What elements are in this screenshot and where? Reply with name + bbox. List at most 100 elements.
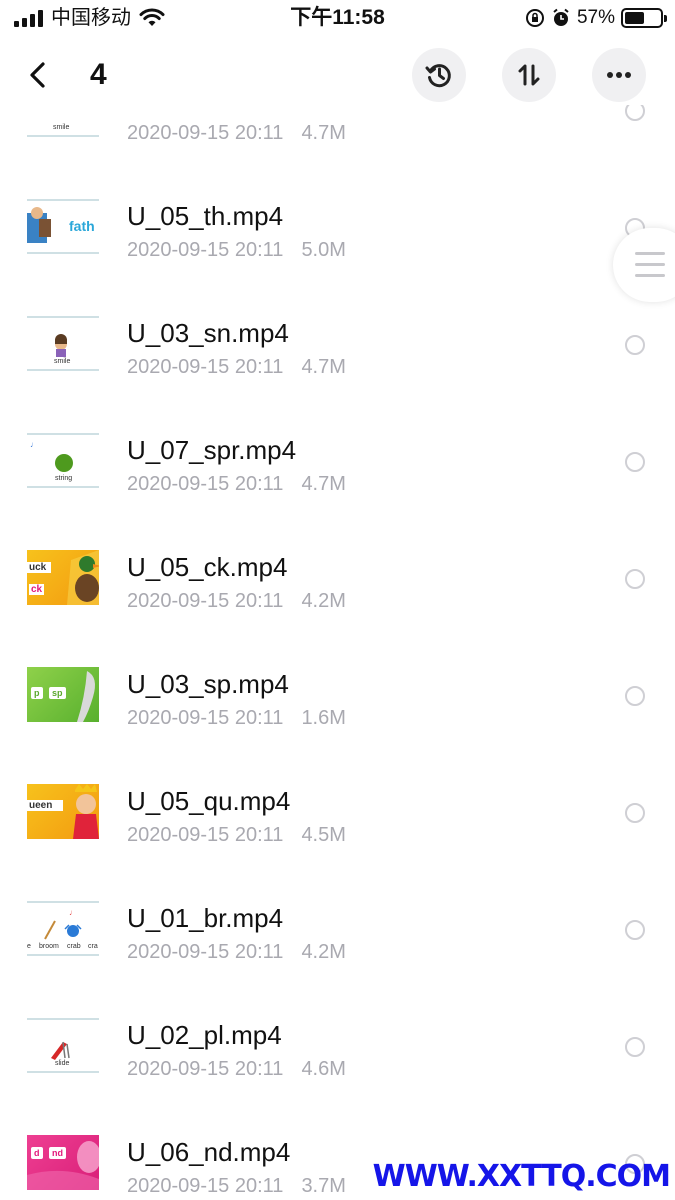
- video-thumbnail: fath: [27, 199, 99, 254]
- file-size: 4.7M: [301, 473, 346, 495]
- video-thumbnail: p sp: [27, 667, 99, 722]
- file-date: 2020-09-15 20:11: [127, 122, 284, 144]
- video-thumbnail: ♩ string: [27, 433, 99, 488]
- file-name: U_05_th.mp4: [127, 201, 284, 231]
- file-name: U_05_ck.mp4: [127, 552, 288, 582]
- file-date: 2020-09-15 20:11: [127, 824, 284, 846]
- thumbnail-caption: string: [55, 475, 73, 482]
- svg-text:♩: ♩: [30, 440, 38, 449]
- select-checkbox[interactable]: [625, 920, 645, 940]
- battery-level: [625, 12, 645, 24]
- file-meta: 2020-09-15 20:11 4.2M: [127, 589, 346, 613]
- select-checkbox[interactable]: [625, 569, 645, 589]
- more-icon: [607, 72, 631, 78]
- file-meta: 2020-09-15 20:11 4.5M: [127, 823, 346, 847]
- thumbnail-caption: e: [27, 943, 31, 950]
- status-right: 57%: [525, 6, 667, 30]
- file-name: U_06_nd.mp4: [127, 1137, 291, 1167]
- thumbnail-caption: fath: [69, 218, 95, 234]
- file-row[interactable]: slide U_02_pl.mp4 2020-09-15 20:11 4.6M: [0, 996, 675, 1113]
- more-button[interactable]: [592, 48, 646, 102]
- select-checkbox[interactable]: [625, 1037, 645, 1057]
- thumbnail-caption: smile: [53, 124, 70, 131]
- file-size: 1.6M: [301, 707, 346, 729]
- thumbnail-caption: ueen: [27, 800, 63, 811]
- thumbnail-caption: d: [31, 1147, 43, 1159]
- select-checkbox[interactable]: [625, 105, 645, 121]
- file-row[interactable]: ♩ e broom crab cra U_01_br.mp4 2020-09-1…: [0, 879, 675, 996]
- battery-icon: [621, 8, 667, 28]
- select-checkbox[interactable]: [625, 686, 645, 706]
- page-title: 4: [90, 58, 107, 91]
- file-size: 4.2M: [301, 590, 346, 612]
- file-meta: 2020-09-15 20:11 4.7M: [127, 472, 346, 496]
- thumbnail-caption: slide: [55, 1060, 70, 1067]
- thumbnail-art: [73, 784, 99, 839]
- battery-percent: 57%: [576, 7, 615, 28]
- file-meta: 2020-09-15 20:11 4.7M: [127, 121, 346, 145]
- video-thumbnail: smile: [27, 316, 99, 371]
- thumbnail-caption: crab: [67, 943, 81, 950]
- back-button[interactable]: [22, 59, 54, 91]
- file-meta: 2020-09-15 20:11 4.7M: [127, 355, 346, 379]
- status-bar: 中国移动 下午11:58 57%: [0, 0, 675, 38]
- file-row[interactable]: fath U_05_th.mp4 2020-09-15 20:11 5.0M: [0, 177, 675, 294]
- sort-button[interactable]: [502, 48, 556, 102]
- video-thumbnail: d nd: [27, 1135, 99, 1190]
- file-date: 2020-09-15 20:11: [127, 1175, 284, 1197]
- file-meta: 2020-09-15 20:11 5.0M: [127, 238, 346, 262]
- video-thumbnail: smile: [27, 105, 99, 137]
- file-date: 2020-09-15 20:11: [127, 239, 284, 261]
- nav-bar: 4: [0, 45, 675, 105]
- select-checkbox[interactable]: [625, 335, 645, 355]
- chevron-left-icon: [30, 62, 45, 88]
- file-row[interactable]: ueen U_05_qu.mp4 2020-09-15 20:11 4.5M: [0, 762, 675, 879]
- thumbnail-caption: broom: [39, 943, 59, 950]
- file-meta: 2020-09-15 20:11 1.6M: [127, 706, 346, 730]
- file-size: 4.7M: [301, 122, 346, 144]
- select-checkbox[interactable]: [625, 803, 645, 823]
- file-date: 2020-09-15 20:11: [127, 1058, 284, 1080]
- history-button[interactable]: [412, 48, 466, 102]
- watermark-text: WWW.XXTTQ.COM: [372, 1159, 671, 1194]
- file-size: 5.0M: [301, 239, 346, 261]
- thumbnail-caption: p: [31, 687, 43, 699]
- file-list[interactable]: smile 2020-09-15 20:11 4.7M fath U_05_th.…: [0, 105, 675, 1200]
- file-row[interactable]: smile 2020-09-15 20:11 4.7M: [0, 105, 675, 177]
- video-thumbnail: uck ck: [27, 550, 99, 605]
- thumbnail-caption: uck: [27, 562, 51, 573]
- history-icon: [425, 64, 451, 88]
- thumbnail-caption: smile: [54, 358, 71, 365]
- file-date: 2020-09-15 20:11: [127, 356, 284, 378]
- file-row[interactable]: ♩ string U_07_spr.mp4 2020-09-15 20:11 4.…: [0, 411, 675, 528]
- sort-icon: [518, 64, 540, 86]
- file-size: 4.2M: [301, 941, 346, 963]
- file-row[interactable]: smile U_03_sn.mp4 2020-09-15 20:11 4.7M: [0, 294, 675, 411]
- file-date: 2020-09-15 20:11: [127, 590, 284, 612]
- file-date: 2020-09-15 20:11: [127, 707, 284, 729]
- video-thumbnail: slide: [27, 1018, 99, 1073]
- thumbnail-art: [27, 1141, 99, 1190]
- file-row[interactable]: uck ck U_05_ck.mp4 2020-09-15 20:11 4.2M: [0, 528, 675, 645]
- file-meta: 2020-09-15 20:11 4.6M: [127, 1057, 346, 1081]
- thumbnail-caption: nd: [49, 1147, 66, 1159]
- file-meta: 2020-09-15 20:11 4.2M: [127, 940, 346, 964]
- file-name: U_05_qu.mp4: [127, 786, 291, 816]
- file-size: 4.5M: [301, 824, 346, 846]
- alarm-icon: [553, 8, 569, 26]
- file-row[interactable]: p sp U_03_sp.mp4 2020-09-15 20:11 1.6M: [0, 645, 675, 762]
- file-date: 2020-09-15 20:11: [127, 941, 284, 963]
- file-size: 4.7M: [301, 356, 346, 378]
- video-thumbnail: ueen: [27, 784, 99, 839]
- thumbnail-caption: ck: [29, 584, 45, 595]
- file-name: U_03_sn.mp4: [127, 318, 289, 348]
- thumbnail-caption: sp: [49, 687, 66, 699]
- file-size: 3.7M: [301, 1175, 346, 1197]
- select-checkbox[interactable]: [625, 452, 645, 472]
- file-name: U_02_pl.mp4: [127, 1020, 282, 1050]
- file-name: U_01_br.mp4: [127, 903, 284, 933]
- file-date: 2020-09-15 20:11: [127, 473, 284, 495]
- thumbnail-art: [67, 550, 99, 605]
- svg-text:♩: ♩: [69, 908, 77, 917]
- file-list-content: smile 2020-09-15 20:11 4.7M fath U_05_th.…: [0, 105, 675, 1200]
